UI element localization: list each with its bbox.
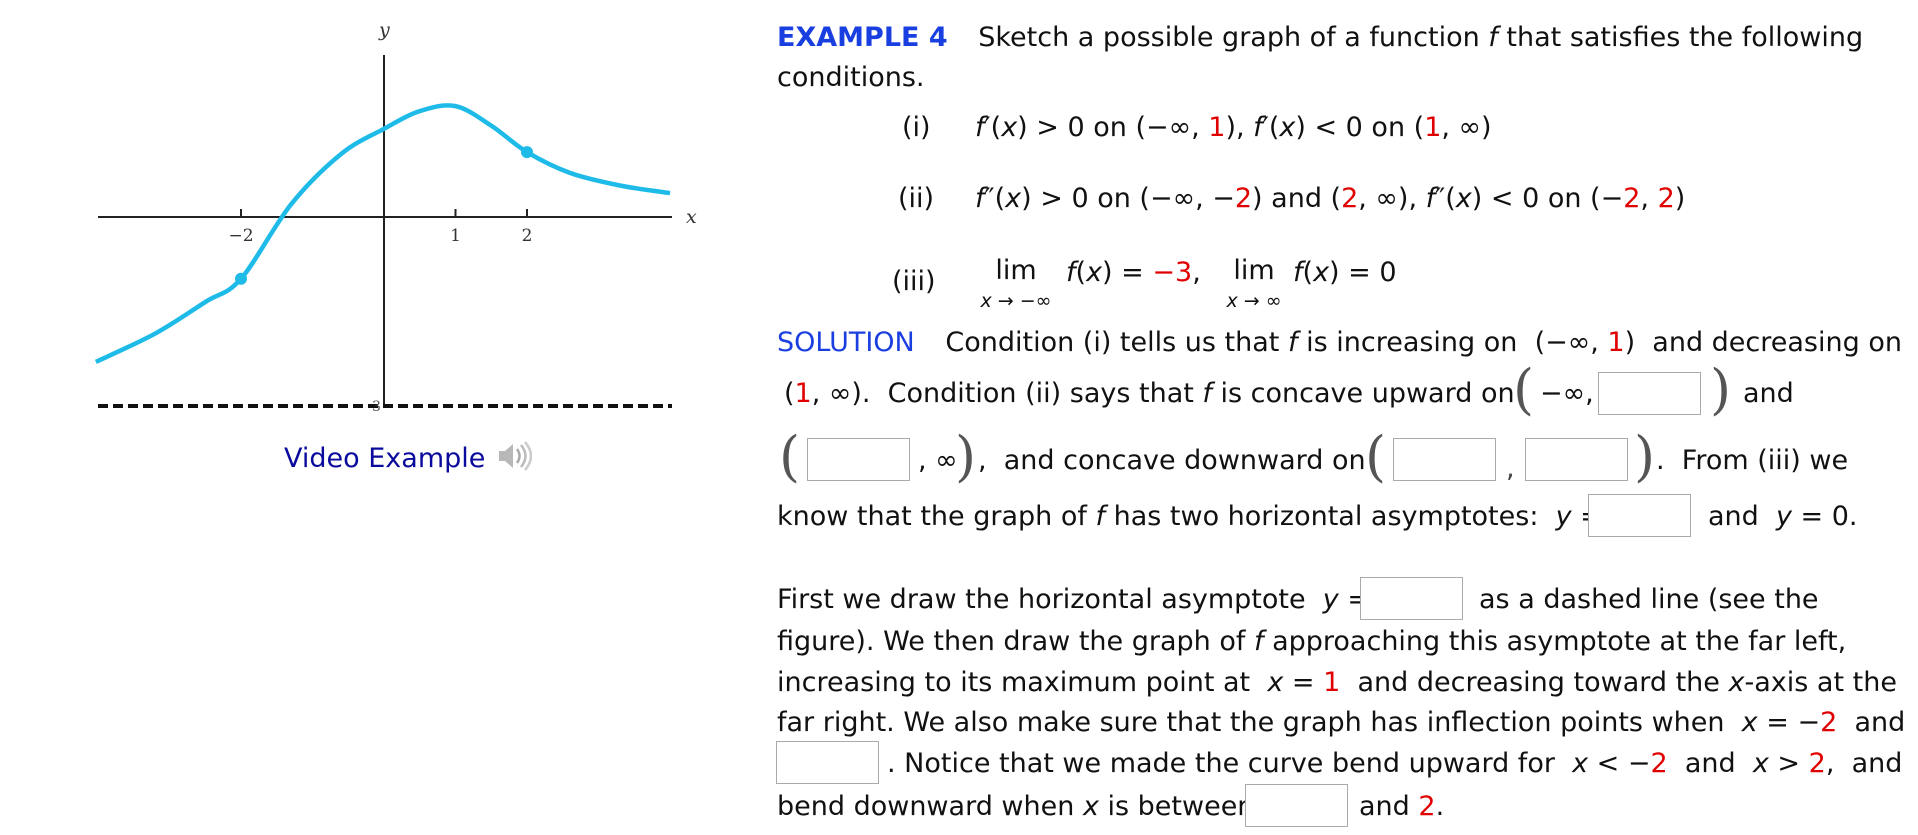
example-heading: EXAMPLE 4 — [777, 22, 948, 53]
paren-close: ) — [1710, 358, 1732, 421]
para2-line-2: figure). We then draw the graph of f app… — [777, 626, 1847, 657]
y-axis-label: y — [378, 19, 390, 41]
x-tick-label: −2 — [228, 226, 253, 246]
solution-heading: SOLUTION — [777, 327, 915, 358]
condition-i: f′(x) > 0 on (−∞, 1), f′(x) < 0 on (1, ∞… — [975, 112, 1492, 143]
paren-open: ( — [1513, 358, 1535, 421]
concave-up-end-input[interactable] — [1598, 372, 1701, 415]
paren-close: ) — [1634, 425, 1656, 488]
limit-pos-inf-value: f(x) = 0 — [1293, 257, 1397, 288]
solution-line-1: SOLUTION Condition (i) tells us that f i… — [777, 327, 1902, 358]
x-tick-label: 1 — [450, 226, 461, 246]
limit-neg-inf-value: f(x) = −3, — [1066, 257, 1201, 288]
condition-iii-label: (iii) — [892, 266, 936, 297]
from-iii-text: . From (iii) we — [1656, 445, 1849, 476]
paren-open: ( — [1365, 425, 1387, 488]
solution-line-3: , and concave downward on — [978, 445, 1366, 476]
example-intro: EXAMPLE 4 Sketch a possible graph of a f… — [777, 22, 1864, 53]
example-intro-cont: conditions. — [777, 62, 925, 93]
limit-neg-inf: lim x → −∞ — [980, 255, 1052, 312]
paren-open: ( — [779, 425, 801, 488]
limit-pos-inf: lim x → ∞ — [1226, 255, 1282, 312]
bend-down-lower-input[interactable] — [1245, 784, 1348, 827]
para2-line-1b: as a dashed line (see the — [1479, 584, 1819, 615]
condition-ii-label: (ii) — [898, 183, 935, 214]
concave-down-start-input[interactable] — [1393, 438, 1496, 481]
comma: , — [1506, 453, 1515, 484]
concave-down-end-input[interactable] — [1525, 438, 1628, 481]
and-y-zero: and y = 0. — [1708, 501, 1858, 532]
solution-line-4: know that the graph of f has two horizon… — [777, 501, 1603, 532]
para2-line-6-end: and 2. — [1359, 791, 1445, 822]
paren-close: ) — [955, 425, 977, 488]
para2-line-1: First we draw the horizontal asymptote y… — [777, 584, 1370, 615]
inflection-point — [235, 272, 247, 285]
concave-up-start-input[interactable] — [807, 438, 910, 481]
x-tick-label: 2 — [522, 226, 533, 246]
speaker-icon[interactable] — [496, 440, 533, 472]
infinity-text: , ∞ — [918, 445, 958, 476]
function-curve — [94, 103, 671, 364]
video-example-label[interactable]: Video Example — [284, 443, 485, 474]
video-example-link[interactable]: Video Example — [284, 440, 533, 474]
condition-ii: f″(x) > 0 on (−∞, −2) and (2, ∞), f″(x) … — [975, 183, 1686, 214]
dashed-asymptote-input[interactable] — [1360, 577, 1463, 620]
para2-line-6: bend downward when x is between — [777, 791, 1255, 822]
asymptote-label: 3 — [372, 399, 381, 415]
para2-line-3: increasing to its maximum point at x = 1… — [777, 667, 1897, 698]
neg-infinity: −∞, — [1540, 378, 1594, 409]
example-graph: −2 1 2 x y 3 — [94, 19, 697, 415]
and-text: and — [1743, 378, 1794, 409]
asymptote-y-input[interactable] — [1588, 494, 1691, 537]
solution-line-2: (1, ∞). Condition (ii) says that f is co… — [784, 378, 1515, 409]
inflection-point — [521, 146, 533, 159]
x-axis-label: x — [686, 206, 697, 228]
para2-line-5: . Notice that we made the curve bend upw… — [887, 748, 1903, 779]
para2-line-4: far right. We also make sure that the gr… — [777, 707, 1906, 738]
condition-i-label: (i) — [902, 112, 931, 143]
second-inflection-input[interactable] — [776, 741, 879, 784]
